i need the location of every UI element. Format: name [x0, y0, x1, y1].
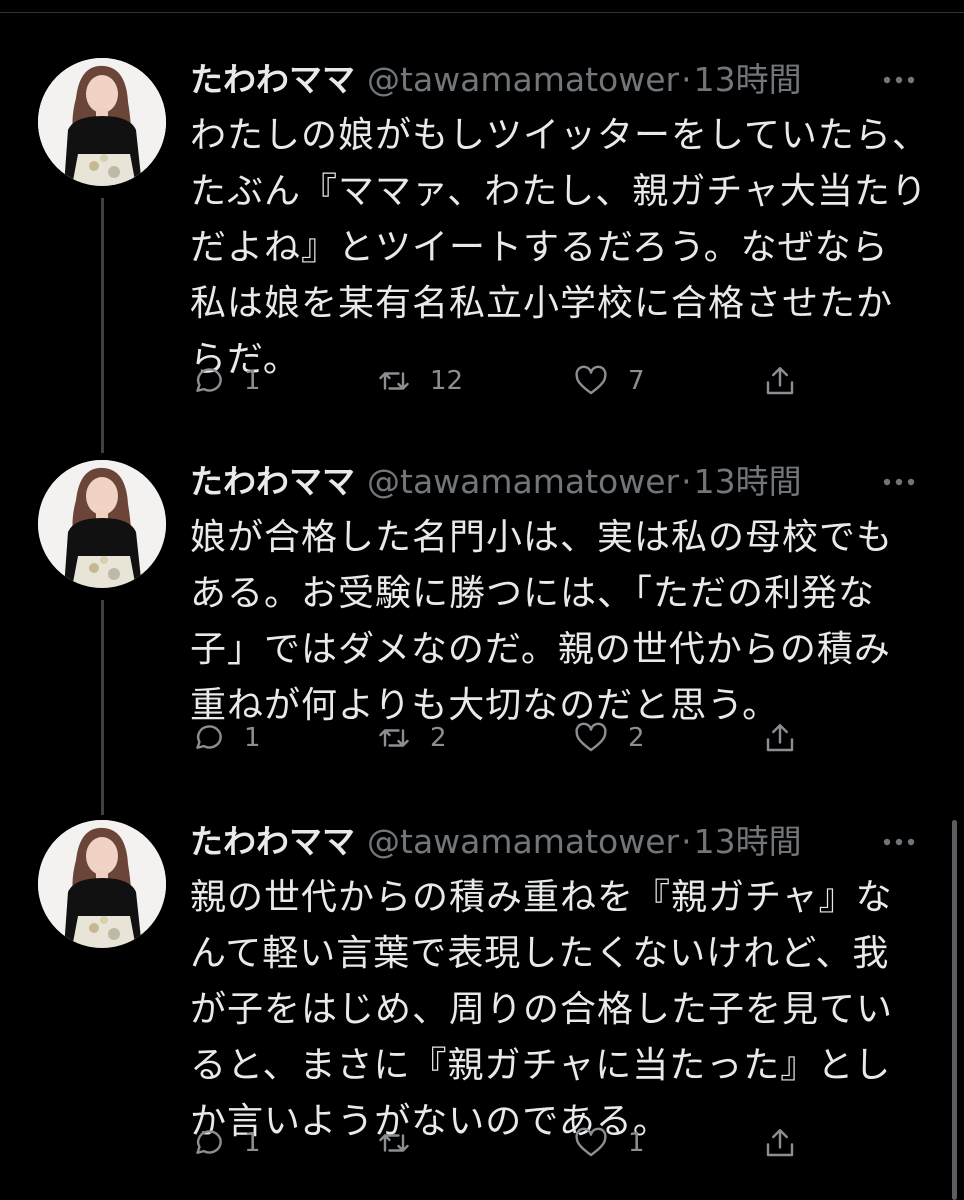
retweet-button[interactable] [376, 1123, 430, 1163]
share-button[interactable] [762, 718, 798, 758]
avatar-image [38, 460, 166, 588]
tweet-text: わたしの娘がもしツイッターをしていたら、 たぶん『ママァ、わたし、親ガチャ大当た… [190, 115, 929, 380]
like-button[interactable]: 7 [572, 361, 645, 401]
reply-button[interactable]: 1 [190, 361, 261, 401]
share-button[interactable] [762, 1123, 798, 1163]
thread-line [101, 198, 104, 453]
separator-dot: · [681, 822, 692, 861]
like-count: 7 [628, 366, 645, 396]
user-handle[interactable]: @tawamamatower [367, 460, 679, 504]
separator-dot: · [681, 462, 692, 501]
reply-count: 1 [244, 1128, 261, 1158]
share-button[interactable] [762, 361, 798, 401]
like-count: 2 [628, 723, 645, 753]
retweet-icon [379, 729, 409, 747]
avatar[interactable] [38, 820, 166, 948]
more-icon[interactable] [882, 830, 916, 854]
retweet-count: 12 [430, 366, 464, 396]
user-handle[interactable]: @tawamamatower [367, 58, 679, 102]
tweet-text: 親の世代からの積み重ねを『親ガチャ』な んて軽い言葉で表現したくないけれど、我 … [190, 877, 894, 1142]
avatar-image [38, 58, 166, 186]
top-divider [0, 12, 964, 13]
display-name[interactable]: たわわママ [190, 460, 355, 504]
scrollbar[interactable] [952, 820, 957, 1200]
reply-icon [196, 1130, 222, 1154]
share-icon [766, 724, 794, 752]
tweet-actions: 1 2 2 [190, 718, 810, 758]
separator-dot: · [681, 60, 692, 99]
reply-count: 1 [244, 366, 261, 396]
reply-button[interactable]: 1 [190, 718, 261, 758]
retweet-button[interactable]: 12 [376, 361, 463, 401]
heart-icon [575, 722, 607, 752]
like-button[interactable]: 2 [572, 718, 645, 758]
retweet-button[interactable]: 2 [376, 718, 447, 758]
timestamp[interactable]: 13時間 [694, 460, 802, 504]
more-icon[interactable] [882, 68, 916, 92]
tweet-actions: 1 1 [190, 1123, 810, 1163]
display-name[interactable]: たわわママ [190, 58, 355, 102]
retweet-icon [379, 1134, 409, 1152]
avatar-image [38, 820, 166, 948]
timestamp[interactable]: 13時間 [694, 58, 802, 102]
share-icon [766, 1129, 794, 1157]
like-button[interactable]: 1 [572, 1123, 645, 1163]
share-icon [766, 367, 794, 395]
tweet-text: 娘が合格した名門小は、実は私の母校でも ある。お受験に勝つには、「ただの利発な … [190, 517, 894, 726]
avatar[interactable] [38, 58, 166, 186]
like-count: 1 [628, 1128, 645, 1158]
retweet-count: 2 [430, 723, 447, 753]
reply-count: 1 [244, 723, 261, 753]
avatar[interactable] [38, 460, 166, 588]
heart-icon [575, 1127, 607, 1157]
user-handle[interactable]: @tawamamatower [367, 820, 679, 864]
more-icon[interactable] [882, 470, 916, 494]
timestamp[interactable]: 13時間 [694, 820, 802, 864]
thread-line [101, 600, 104, 815]
retweet-icon [379, 372, 409, 390]
reply-icon [196, 368, 222, 392]
display-name[interactable]: たわわママ [190, 820, 355, 864]
reply-button[interactable]: 1 [190, 1123, 261, 1163]
tweet-actions: 1 12 7 [190, 361, 810, 401]
heart-icon [575, 365, 607, 395]
reply-icon [196, 725, 222, 749]
